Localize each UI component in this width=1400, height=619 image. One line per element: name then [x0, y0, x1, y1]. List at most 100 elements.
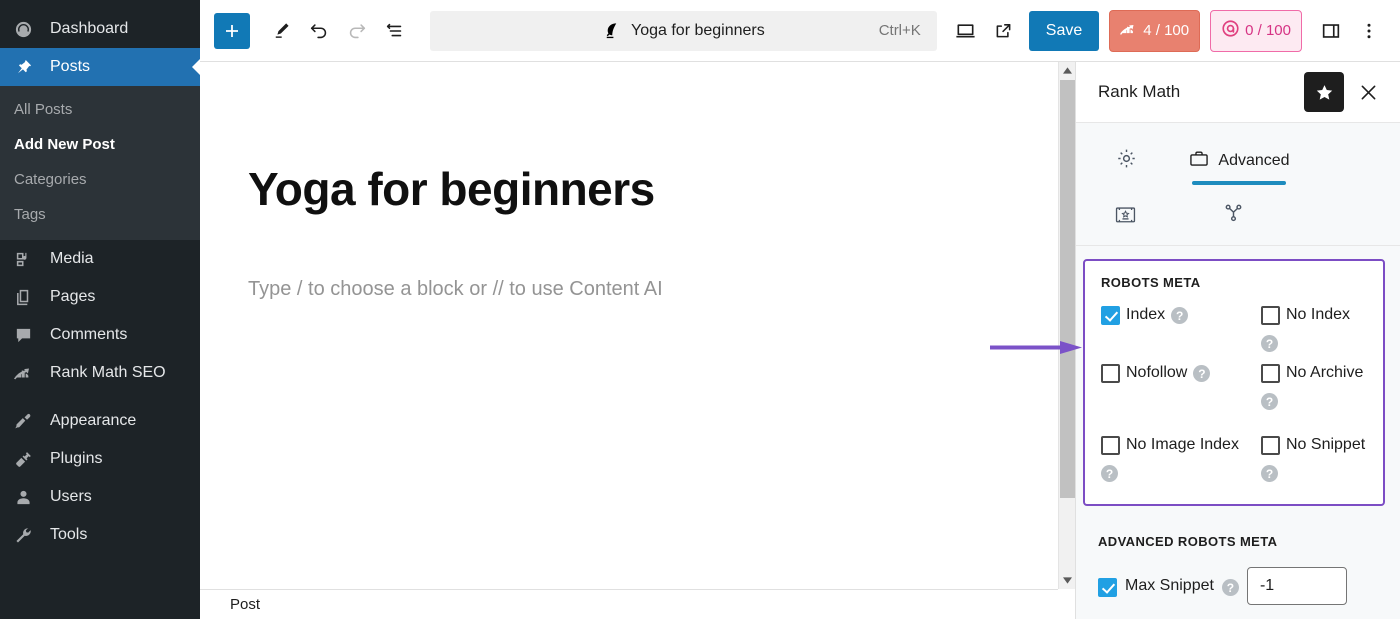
brush-icon	[14, 410, 42, 432]
help-icon[interactable]: ?	[1261, 393, 1278, 410]
checkbox-nofollow[interactable]	[1101, 364, 1120, 383]
sidebar-item-label: Media	[50, 250, 94, 267]
sidebar-item-label: Appearance	[50, 412, 137, 429]
sidebar-item-label: Rank Math SEO	[50, 364, 166, 381]
editor-canvas: Yoga for beginners Type / to choose a bl…	[200, 62, 1058, 589]
checkbox-row-nofollow: Nofollow ?	[1101, 358, 1261, 414]
advanced-robots-meta-section: ADVANCED ROBOTS META Max Snippet ? ?	[1098, 534, 1400, 619]
undo-icon[interactable]	[300, 12, 338, 50]
sidebar-item-plugins[interactable]: Plugins	[0, 440, 200, 478]
pin-icon	[14, 56, 42, 78]
tab-advanced[interactable]: Advanced	[1184, 133, 1294, 189]
checkbox-no-index-label[interactable]: No Index	[1286, 304, 1350, 326]
dashboard-icon	[14, 18, 42, 40]
rank-math-panel: Rank Math Advanced ROBOTS META Index ? N…	[1075, 62, 1400, 619]
help-icon[interactable]: ?	[1261, 465, 1278, 482]
checkbox-no-index[interactable]	[1261, 306, 1280, 325]
checkbox-no-snippet-label[interactable]: No Snippet	[1286, 434, 1365, 456]
help-icon[interactable]: ?	[1221, 579, 1239, 596]
sidebar-item-label: Users	[50, 488, 92, 505]
sidebar-item-label: Dashboard	[50, 20, 129, 37]
checkbox-no-image-index[interactable]	[1101, 436, 1120, 455]
checkbox-row-no-archive: No Archive ?	[1261, 358, 1371, 414]
seo-score-value: 4 / 100	[1143, 22, 1190, 39]
help-icon[interactable]: ?	[1101, 465, 1118, 482]
subitem-label: All Posts	[14, 101, 73, 118]
sidebar-subitem-categories[interactable]: Categories	[0, 162, 200, 197]
max-snippet-input[interactable]	[1246, 567, 1347, 605]
command-bar-shortcut: Ctrl+K	[878, 22, 921, 39]
block-placeholder[interactable]: Type / to choose a block or // to use Co…	[200, 278, 1058, 301]
help-icon[interactable]: ?	[1261, 335, 1278, 352]
social-share-icon	[1222, 201, 1245, 229]
sidebar-toggle-icon[interactable]	[1312, 12, 1350, 50]
subitem-label: Categories	[14, 171, 87, 188]
tab-social[interactable]	[1183, 189, 1291, 241]
sidebar-item-tools[interactable]: Tools	[0, 516, 200, 554]
checkbox-row-no-index: No Index ?	[1261, 300, 1371, 356]
robots-meta-options: Index ? No Index ? Nofollow ? No Archive…	[1101, 300, 1371, 486]
wp-admin-sidebar: Dashboard Posts All Posts Add New Post C…	[0, 0, 200, 619]
checkbox-no-archive[interactable]	[1261, 364, 1280, 383]
sidebar-item-label: Comments	[50, 326, 128, 343]
sidebar-item-comments[interactable]: Comments	[0, 316, 200, 354]
kebab-menu-icon[interactable]	[1350, 12, 1388, 50]
tab-general[interactable]	[1076, 133, 1184, 189]
document-overview-icon[interactable]	[376, 12, 414, 50]
star-icon[interactable]	[1304, 72, 1344, 112]
sidebar-subitem-all-posts[interactable]: All Posts	[0, 92, 200, 127]
feather-icon	[602, 21, 621, 40]
sidebar-subitem-tags[interactable]: Tags	[0, 197, 200, 232]
content-ai-icon	[1221, 19, 1240, 42]
desktop-preview-icon[interactable]	[947, 12, 985, 50]
post-title-input[interactable]: Yoga for beginners	[208, 162, 1058, 216]
checkbox-index[interactable]	[1101, 306, 1120, 325]
editor-scrollbar[interactable]	[1058, 62, 1075, 589]
checkbox-nofollow-label[interactable]: Nofollow	[1126, 362, 1187, 384]
checkbox-no-image-index-label[interactable]: No Image Index	[1126, 434, 1239, 456]
pages-icon	[14, 286, 42, 308]
help-icon[interactable]: ?	[1193, 365, 1211, 382]
external-link-icon[interactable]	[985, 12, 1023, 50]
sidebar-item-pages[interactable]: Pages	[0, 278, 200, 316]
scroll-up-icon[interactable]	[1059, 62, 1076, 79]
redo-icon[interactable]	[338, 12, 376, 50]
close-icon[interactable]	[1350, 74, 1386, 110]
command-bar[interactable]: Yoga for beginners Ctrl+K	[430, 10, 937, 51]
sidebar-subitem-add-new-post[interactable]: Add New Post	[0, 127, 200, 162]
save-button[interactable]: Save	[1028, 10, 1100, 51]
checkbox-index-label[interactable]: Index	[1126, 304, 1165, 326]
content-ai-score-value: 0 / 100	[1245, 22, 1291, 39]
sidebar-item-users[interactable]: Users	[0, 478, 200, 516]
scrollbar-thumb[interactable]	[1060, 80, 1075, 498]
sidebar-item-rank-math-seo[interactable]: Rank Math SEO	[0, 354, 200, 392]
schema-card-icon	[1114, 205, 1137, 230]
robots-meta-title: ROBOTS META	[1101, 275, 1201, 290]
plug-icon	[14, 448, 42, 470]
seo-score-badge[interactable]: 4 / 100	[1109, 9, 1201, 52]
subitem-label: Tags	[14, 206, 46, 223]
editor-status-bar: Post	[200, 589, 1058, 619]
rank-math-badge-icon	[1120, 22, 1138, 40]
add-block-button[interactable]	[214, 12, 250, 49]
sidebar-item-label: Plugins	[50, 450, 103, 467]
sidebar-item-appearance[interactable]: Appearance	[0, 402, 200, 440]
editor-toolbar: Yoga for beginners Ctrl+K Save 4 / 100 0…	[200, 0, 1400, 62]
rank-math-panel-header: Rank Math	[1076, 62, 1400, 123]
checkbox-no-archive-label[interactable]: No Archive	[1286, 362, 1363, 384]
checkbox-no-snippet[interactable]	[1261, 436, 1280, 455]
sidebar-item-posts[interactable]: Posts	[0, 48, 200, 86]
scroll-down-icon[interactable]	[1059, 572, 1076, 589]
gear-icon	[1115, 147, 1138, 175]
sidebar-item-dashboard[interactable]: Dashboard	[0, 10, 200, 48]
tab-schema[interactable]	[1076, 189, 1183, 245]
help-icon[interactable]: ?	[1171, 307, 1189, 324]
pen-icon[interactable]	[262, 12, 300, 50]
advanced-row-max-snippet: Max Snippet ?	[1098, 567, 1400, 605]
sidebar-item-media[interactable]: Media	[0, 240, 200, 278]
max-snippet-label[interactable]: Max Snippet	[1125, 577, 1214, 595]
checkbox-max-snippet[interactable]	[1098, 577, 1117, 597]
briefcase-icon	[1188, 148, 1210, 175]
content-ai-score-badge[interactable]: 0 / 100	[1210, 9, 1302, 52]
breadcrumb[interactable]: Post	[230, 596, 260, 613]
